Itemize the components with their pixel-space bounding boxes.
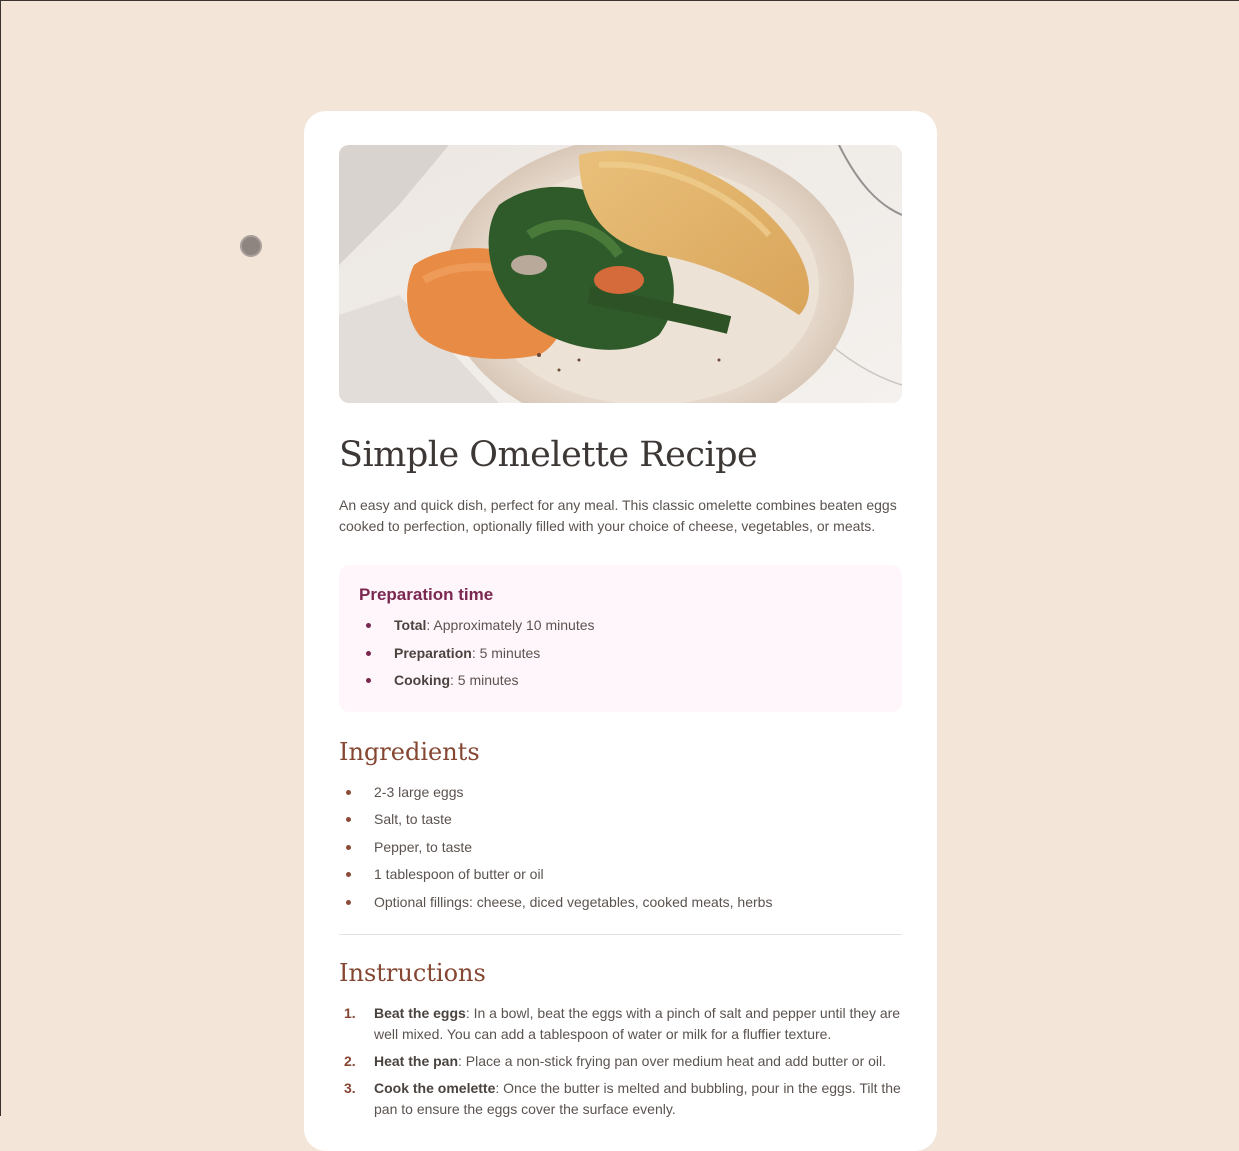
ingredient-text: 2-3 large eggs — [374, 783, 464, 800]
ingredient-text: 1 tablespoon of butter or oil — [374, 866, 544, 883]
ingredient-text: Optional fillings: cheese, diced vegetab… — [374, 893, 773, 910]
bullet-icon — [346, 817, 351, 823]
list-item: 1 tablespoon of butter or oil — [339, 864, 902, 884]
bullet-icon — [366, 650, 371, 656]
step-number: 2. — [344, 1052, 356, 1069]
step-number: 1. — [344, 1004, 356, 1021]
ingredient-text: Salt, to taste — [374, 811, 452, 828]
preparation-item: Total: Approximately 10 minutes — [359, 615, 882, 635]
step-number: 3. — [344, 1079, 356, 1096]
preparation-item: Preparation: 5 minutes — [359, 643, 882, 663]
preparation-heading: Preparation time — [359, 585, 494, 604]
ingredients-heading: Ingredients — [339, 737, 480, 766]
preparation-item-value: : Approximately 10 minutes — [426, 617, 595, 633]
instructions-section: Instructions 1. Beat the eggs: In a bowl… — [339, 957, 902, 1120]
preparation-item-label: Cooking — [394, 672, 450, 688]
list-item: 2-3 large eggs — [339, 782, 902, 802]
step-label: Heat the pan — [374, 1052, 459, 1069]
hero-image-omelette — [339, 145, 902, 403]
ingredient-text: Pepper, to taste — [374, 838, 473, 855]
instruction-step: 3. Cook the omelette: Once the butter is… — [339, 1078, 902, 1120]
preparation-item: Cooking: 5 minutes — [359, 670, 882, 690]
step-text: : Place a non-stick frying pan over medi… — [458, 1052, 887, 1069]
page-title: Simple Omelette Recipe — [339, 435, 758, 475]
recipe-card: Simple Omelette Recipe An easy and quick… — [304, 111, 937, 1151]
preparation-time-box: Preparation time Total: Approximately 10… — [339, 565, 902, 712]
preparation-item-label: Total — [394, 617, 427, 633]
preparation-item-label: Preparation — [394, 644, 472, 661]
recipe-description: An easy and quick dish, perfect for any … — [339, 497, 897, 534]
cursor-dot-icon — [240, 235, 262, 257]
instruction-step: 2. Heat the pan: Place a non-stick fryin… — [339, 1051, 902, 1072]
instructions-heading: Instructions — [339, 958, 486, 987]
preparation-item-value: : 5 minutes — [471, 644, 541, 661]
step-label: Beat the eggs — [374, 1004, 466, 1021]
bullet-icon — [366, 678, 371, 683]
preparation-item-value: : 5 minutes — [450, 672, 519, 688]
bullet-icon — [346, 789, 351, 795]
ingredients-section: Ingredients 2-3 large eggs Salt, to tast… — [339, 736, 902, 912]
preparation-list: Total: Approximately 10 minutes Preparat… — [359, 615, 882, 690]
section-divider — [339, 933, 902, 935]
ingredients-list: 2-3 large eggs Salt, to taste Pepper, to… — [339, 782, 902, 912]
instruction-step: 1. Beat the eggs: In a bowl, beat the eg… — [339, 1003, 902, 1045]
instructions-list: 1. Beat the eggs: In a bowl, beat the eg… — [339, 1003, 902, 1120]
list-item: Pepper, to taste — [339, 837, 902, 857]
bullet-icon — [346, 844, 351, 850]
bullet-icon — [346, 899, 351, 905]
bullet-icon — [346, 872, 351, 878]
bullet-icon — [366, 623, 371, 628]
list-item: Salt, to taste — [339, 809, 902, 829]
list-item: Optional fillings: cheese, diced vegetab… — [339, 892, 902, 912]
step-label: Cook the omelette — [374, 1079, 496, 1096]
